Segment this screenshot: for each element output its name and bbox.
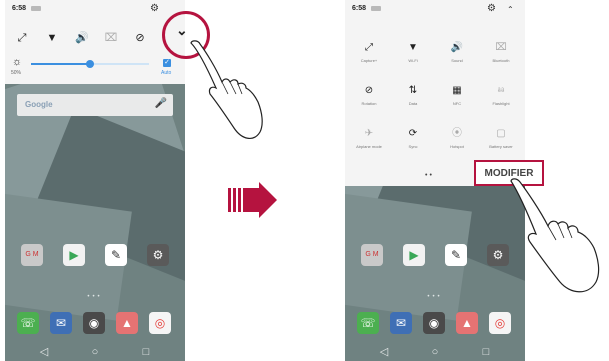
phone-icon[interactable]: ☏: [357, 312, 379, 334]
google-folder-icon[interactable]: G M: [361, 244, 383, 266]
google-search-bar[interactable]: Google 🎤: [17, 94, 173, 116]
messages-icon[interactable]: ✉: [390, 312, 412, 334]
brightness-icon: ☼: [12, 56, 23, 68]
nfc-icon: ▦: [452, 85, 462, 96]
rotation-icon: ⊘: [364, 85, 374, 96]
hotspot-icon: ⦿: [452, 128, 462, 139]
pager-indicator: ••: [425, 172, 434, 179]
bluetooth-icon: ⌧: [495, 42, 507, 53]
gallery-icon[interactable]: ▲: [456, 312, 478, 334]
sync-icon: ⟳: [408, 128, 418, 139]
blurred-date: [31, 6, 41, 11]
status-time: 6:58: [12, 5, 27, 12]
data-icon: ⇅: [408, 85, 418, 96]
home-page-indicator: •••: [427, 294, 443, 300]
tile-wifi[interactable]: ▼ Wi-Fi: [391, 40, 435, 82]
flashlight-icon: ⎂: [497, 85, 505, 96]
tile-airplane[interactable]: ✈ Airplane mode: [347, 126, 391, 168]
arrow-icon: [243, 182, 277, 218]
home-page-indicator: •••: [87, 294, 103, 300]
tile-label: Battery saver: [489, 144, 513, 149]
status-time: 6:58: [352, 5, 367, 12]
tile-sound[interactable]: 🔊 Sound: [435, 40, 479, 82]
camera-icon[interactable]: ◉: [423, 312, 445, 334]
collapse-chevron-icon[interactable]: ⌃: [507, 5, 514, 14]
gallery-icon[interactable]: ▲: [116, 312, 138, 334]
tile-hotspot[interactable]: ⦿ Hotspot: [435, 126, 479, 168]
gear-icon[interactable]: ⚙: [150, 4, 160, 14]
chrome-icon[interactable]: ◎: [489, 312, 511, 334]
tile-capture[interactable]: ⤢ Capture+: [347, 40, 391, 82]
google-logo: Google: [25, 100, 53, 109]
google-folder-icon[interactable]: G M: [21, 244, 43, 266]
sound-icon[interactable]: 🔊: [73, 31, 91, 45]
airplane-icon: ✈: [364, 128, 374, 139]
blurred-date: [371, 6, 381, 11]
capture-icon: ⤢: [365, 42, 373, 53]
play-store-icon[interactable]: ▶: [63, 244, 85, 266]
tile-sync[interactable]: ⟳ Sync: [391, 126, 435, 168]
tile-nfc[interactable]: ▦ NFC: [435, 83, 479, 125]
phone-icon[interactable]: ☏: [17, 312, 39, 334]
expand-chevron-icon[interactable]: ⌄: [176, 22, 188, 39]
back-icon[interactable]: ◁: [37, 346, 51, 358]
back-icon[interactable]: ◁: [377, 346, 391, 358]
tile-bluetooth[interactable]: ⌧ Bluetooth: [479, 40, 523, 82]
wifi-icon: ▼: [408, 42, 418, 53]
brightness-slider[interactable]: [31, 60, 149, 68]
navigation-bar: ◁ ○ □: [345, 342, 525, 361]
expanded-quick-settings: 6:58 ⚙ ⌃ ⤢ Capture+ ▼ Wi-Fi 🔊 Sound ⌧ Bluetooth…: [345, 0, 525, 186]
battery-saver-icon: ▢: [496, 128, 506, 139]
rotation-icon[interactable]: ⊘: [131, 31, 149, 45]
brightness-thumb[interactable]: [86, 60, 94, 68]
bluetooth-icon[interactable]: ⌧: [102, 31, 120, 45]
sound-icon: 🔊: [450, 42, 464, 53]
status-bar: 6:58 ⚙: [5, 0, 185, 20]
tile-label: Capture+: [360, 58, 378, 63]
tile-label: Sound: [451, 58, 463, 63]
brightness-row: ☼ 50% ✓ Auto: [5, 54, 185, 84]
tile-label: Airplane mode: [356, 144, 382, 149]
camera-icon[interactable]: ◉: [83, 312, 105, 334]
pointing-hand-icon: [190, 40, 263, 139]
quick-settings-row: ⤢ ▼ 🔊 ⌧ ⊘: [5, 28, 185, 50]
tile-label: Sync: [408, 144, 418, 149]
auto-brightness-checkbox[interactable]: ✓: [163, 59, 171, 67]
tile-flashlight[interactable]: ⎂ Flashlight: [479, 83, 523, 125]
tile-rotation[interactable]: ⊘ Rotation: [347, 83, 391, 125]
recents-icon[interactable]: □: [139, 346, 153, 358]
tile-label: Flashlight: [492, 101, 510, 106]
gear-icon[interactable]: ⚙: [487, 4, 497, 14]
recents-icon[interactable]: □: [479, 346, 493, 358]
home-icon[interactable]: ○: [88, 346, 102, 358]
wifi-icon[interactable]: ▼: [43, 31, 61, 45]
tile-label: Bluetooth: [492, 58, 510, 63]
phone-screen-left: 6:58 ⚙ ⤢ ▼ 🔊 ⌧ ⊘ ☼ 50% ✓ Auto Google 🎤 G…: [5, 0, 185, 361]
quickmemo-icon[interactable]: ✎: [445, 244, 467, 266]
quickmemo-icon[interactable]: ✎: [105, 244, 127, 266]
mic-icon[interactable]: 🎤: [155, 98, 167, 109]
tile-data[interactable]: ⇅ Data: [391, 83, 435, 125]
home-icon[interactable]: ○: [428, 346, 442, 358]
settings-icon[interactable]: ⚙: [147, 244, 169, 266]
tile-label: Wi-Fi: [408, 58, 418, 63]
tile-label: Data: [408, 101, 418, 106]
chrome-icon[interactable]: ◎: [149, 312, 171, 334]
capture-icon[interactable]: ⤢: [13, 31, 31, 45]
settings-icon[interactable]: ⚙: [487, 244, 509, 266]
tile-label: Rotation: [361, 101, 377, 106]
auto-brightness-label: Auto: [161, 70, 172, 76]
brightness-percent: 50%: [11, 70, 22, 76]
quick-settings-shade: 6:58 ⚙ ⤢ ▼ 🔊 ⌧ ⊘ ☼ 50% ✓ Auto: [5, 0, 185, 84]
tile-label: Hotspot: [450, 144, 464, 149]
messages-icon[interactable]: ✉: [50, 312, 72, 334]
pointing-hand-icon: [510, 178, 600, 293]
navigation-bar: ◁ ○ □: [5, 342, 185, 361]
tile-label: NFC: [452, 101, 462, 106]
play-store-icon[interactable]: ▶: [403, 244, 425, 266]
next-step-arrow: [228, 188, 241, 212]
status-bar: 6:58 ⚙ ⌃: [345, 0, 525, 20]
